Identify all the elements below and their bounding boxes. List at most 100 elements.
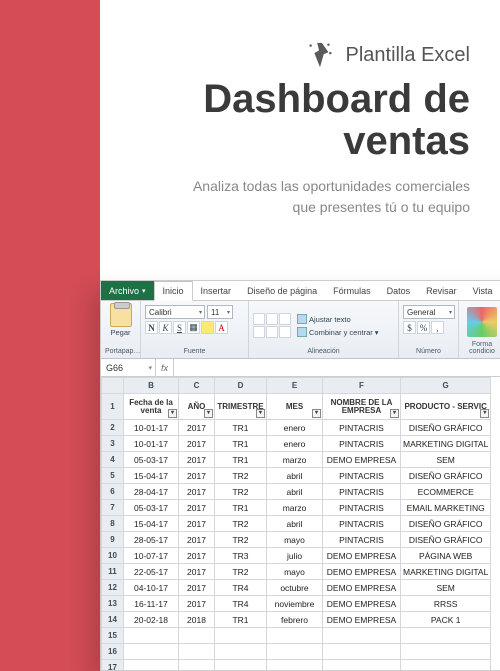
data-cell[interactable]: SEM <box>401 580 491 596</box>
data-cell[interactable]: DISEÑO GRÁFICO <box>401 420 491 436</box>
data-cell[interactable]: DISEÑO GRÁFICO <box>401 468 491 484</box>
row-header[interactable]: 13 <box>102 596 124 612</box>
data-cell[interactable]: TR2 <box>215 516 267 532</box>
data-cell[interactable]: PACK 1 <box>401 612 491 628</box>
data-cell[interactable]: octubre <box>267 580 323 596</box>
data-cell[interactable]: 05-03-17 <box>124 452 179 468</box>
fill-color-button[interactable] <box>201 321 214 334</box>
data-cell[interactable]: PINTACRIS <box>323 500 401 516</box>
filter-dropdown-icon[interactable]: ▾ <box>390 409 399 418</box>
data-cell[interactable]: DEMO EMPRESA <box>323 612 401 628</box>
data-cell[interactable]: 16-11-17 <box>124 596 179 612</box>
table-header-cell[interactable]: Fecha de la venta▾ <box>124 394 179 420</box>
col-header[interactable]: E <box>267 378 323 394</box>
data-cell[interactable]: 2017 <box>179 500 215 516</box>
data-cell[interactable]: mayo <box>267 532 323 548</box>
row-header[interactable]: 17 <box>102 660 124 671</box>
data-cell[interactable]: marzo <box>267 452 323 468</box>
data-cell[interactable]: SEM <box>401 452 491 468</box>
data-cell[interactable]: TR4 <box>215 580 267 596</box>
data-cell[interactable]: TR2 <box>215 532 267 548</box>
tab-page-layout[interactable]: Diseño de página <box>239 281 325 300</box>
data-cell[interactable] <box>267 644 323 660</box>
data-cell[interactable]: DEMO EMPRESA <box>323 596 401 612</box>
data-cell[interactable]: 15-04-17 <box>124 516 179 532</box>
table-header-cell[interactable]: TRIMESTRE▾ <box>215 394 267 420</box>
data-cell[interactable] <box>124 644 179 660</box>
data-cell[interactable]: TR2 <box>215 484 267 500</box>
row-header[interactable]: 15 <box>102 628 124 644</box>
data-cell[interactable]: 28-04-17 <box>124 484 179 500</box>
data-cell[interactable]: mayo <box>267 564 323 580</box>
data-cell[interactable]: TR1 <box>215 452 267 468</box>
data-cell[interactable] <box>267 660 323 671</box>
tab-review[interactable]: Revisar <box>418 281 465 300</box>
data-cell[interactable]: MARKETING DIGITAL <box>401 564 491 580</box>
data-cell[interactable]: PINTACRIS <box>323 484 401 500</box>
data-cell[interactable]: 2017 <box>179 596 215 612</box>
italic-button[interactable]: K <box>159 321 172 334</box>
data-cell[interactable]: PINTACRIS <box>323 436 401 452</box>
wrap-text-button[interactable]: Ajustar texto <box>297 314 379 324</box>
data-cell[interactable] <box>124 660 179 671</box>
data-cell[interactable]: febrero <box>267 612 323 628</box>
row-header[interactable]: 10 <box>102 548 124 564</box>
data-cell[interactable]: 2017 <box>179 452 215 468</box>
fx-icon[interactable]: fx <box>156 359 174 376</box>
data-cell[interactable]: 2017 <box>179 420 215 436</box>
data-cell[interactable]: TR3 <box>215 548 267 564</box>
col-header[interactable]: B <box>124 378 179 394</box>
data-cell[interactable]: 05-03-17 <box>124 500 179 516</box>
data-cell[interactable]: 2017 <box>179 516 215 532</box>
alignment-grid[interactable] <box>253 313 291 338</box>
data-cell[interactable] <box>401 628 491 644</box>
spreadsheet-grid[interactable]: B C D E F G 1Fecha de la venta▾AÑO▾TRIME… <box>101 377 500 671</box>
paste-icon[interactable] <box>110 303 132 327</box>
data-cell[interactable]: noviembre <box>267 596 323 612</box>
row-header[interactable]: 16 <box>102 644 124 660</box>
data-cell[interactable]: DISEÑO GRÁFICO <box>401 516 491 532</box>
data-cell[interactable]: TR1 <box>215 436 267 452</box>
select-all-corner[interactable] <box>102 378 124 394</box>
tab-view[interactable]: Vista <box>465 281 500 300</box>
data-cell[interactable]: MARKETING DIGITAL <box>401 436 491 452</box>
data-cell[interactable] <box>401 644 491 660</box>
row-header[interactable]: 5 <box>102 468 124 484</box>
data-cell[interactable]: 22-05-17 <box>124 564 179 580</box>
tab-data[interactable]: Datos <box>379 281 419 300</box>
data-cell[interactable]: 10-01-17 <box>124 420 179 436</box>
formula-input[interactable] <box>174 359 500 376</box>
data-cell[interactable]: PINTACRIS <box>323 420 401 436</box>
data-cell[interactable] <box>267 628 323 644</box>
data-cell[interactable]: ECOMMERCE <box>401 484 491 500</box>
name-box[interactable]: G66▾ <box>101 359 156 376</box>
row-header[interactable]: 4 <box>102 452 124 468</box>
currency-button[interactable]: $ <box>403 321 416 334</box>
tab-insert[interactable]: Insertar <box>193 281 240 300</box>
row-header[interactable]: 3 <box>102 436 124 452</box>
data-cell[interactable]: TR2 <box>215 564 267 580</box>
data-cell[interactable] <box>179 660 215 671</box>
data-cell[interactable] <box>179 644 215 660</box>
data-cell[interactable]: 10-01-17 <box>124 436 179 452</box>
filter-dropdown-icon[interactable]: ▾ <box>168 409 177 418</box>
row-header[interactable]: 14 <box>102 612 124 628</box>
data-cell[interactable]: julio <box>267 548 323 564</box>
data-cell[interactable]: 15-04-17 <box>124 468 179 484</box>
border-button[interactable]: ▦ <box>187 321 200 334</box>
underline-button[interactable]: S <box>173 321 186 334</box>
tab-file[interactable]: Archivo <box>101 281 154 300</box>
data-cell[interactable]: PINTACRIS <box>323 468 401 484</box>
data-cell[interactable] <box>323 628 401 644</box>
merge-center-button[interactable]: Combinar y centrar ▾ <box>297 327 379 337</box>
data-cell[interactable]: 2017 <box>179 580 215 596</box>
data-cell[interactable] <box>215 644 267 660</box>
conditional-formatting-icon[interactable] <box>467 307 497 337</box>
filter-dropdown-icon[interactable]: ▾ <box>204 409 213 418</box>
col-header[interactable]: C <box>179 378 215 394</box>
row-header[interactable]: 6 <box>102 484 124 500</box>
row-header[interactable]: 12 <box>102 580 124 596</box>
data-cell[interactable]: TR4 <box>215 596 267 612</box>
filter-dropdown-icon[interactable]: ▾ <box>256 409 265 418</box>
col-header[interactable]: G <box>401 378 491 394</box>
